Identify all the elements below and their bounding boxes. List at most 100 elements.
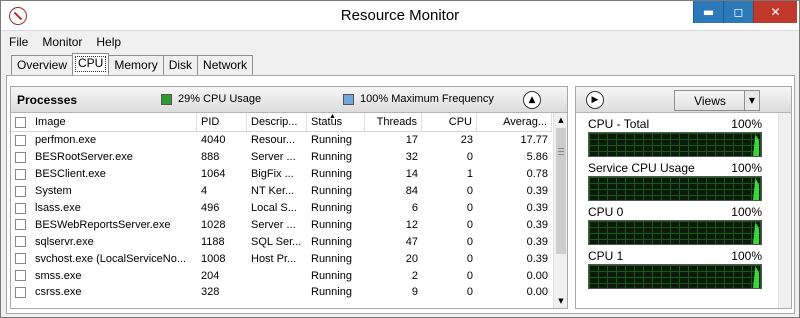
- row-checkbox[interactable]: [15, 134, 26, 146]
- menu-help[interactable]: Help: [96, 35, 121, 49]
- cell-cpu: 0: [466, 286, 473, 299]
- graph-grid: [589, 221, 761, 244]
- table-row[interactable]: BESWebReportsServer.exe 1028 Server ... Run…: [11, 216, 552, 233]
- tab-disk[interactable]: Disk: [162, 55, 199, 75]
- cpu-graph: Service CPU Usage 100%: [588, 161, 762, 201]
- image-name: smss.exe: [35, 269, 82, 282]
- column-average[interactable]: Averag...: [477, 113, 552, 131]
- cpu-usage-swatch: [161, 93, 172, 105]
- graphs-header: ▶ Views ▼: [576, 87, 791, 113]
- row-checkbox[interactable]: [15, 286, 26, 298]
- row-checkbox[interactable]: [15, 270, 26, 282]
- cell-image: csrss.exe: [11, 286, 197, 298]
- column-pid[interactable]: PID: [197, 113, 247, 131]
- views-dropdown-arrow-icon[interactable]: ▼: [744, 90, 760, 111]
- row-checkbox[interactable]: [15, 253, 26, 265]
- menu-file[interactable]: File: [9, 35, 28, 49]
- processes-table: Image PID Descrip... ▲ Status Threads CP…: [11, 113, 552, 308]
- row-checkbox[interactable]: [15, 236, 26, 248]
- close-button[interactable]: ✕: [753, 1, 797, 23]
- scroll-thumb[interactable]: [556, 128, 566, 254]
- cell-threads: 6: [411, 202, 418, 214]
- menu-monitor[interactable]: Monitor: [42, 35, 82, 49]
- cell-average: 17.77: [520, 134, 548, 147]
- cell-status: Running: [311, 218, 352, 231]
- graph-title: CPU 1: [588, 249, 624, 263]
- scroll-down-arrow-icon[interactable]: ▼: [554, 294, 568, 308]
- graph-title: CPU - Total: [588, 117, 650, 131]
- image-name: lsass.exe: [35, 202, 81, 214]
- graphs-scrollbar[interactable]: [778, 113, 791, 308]
- row-checkbox[interactable]: [15, 202, 26, 214]
- cell-description: Server ...: [251, 151, 296, 164]
- cell-pid: 204: [201, 269, 220, 282]
- column-cpu[interactable]: CPU: [422, 113, 477, 131]
- image-name: BESClient.exe: [35, 168, 106, 181]
- row-checkbox[interactable]: [15, 185, 26, 197]
- cell-image: svchost.exe (LocalServiceNo...: [11, 253, 197, 265]
- row-checkbox[interactable]: [15, 168, 26, 180]
- column-threads[interactable]: Threads: [365, 113, 422, 131]
- scroll-grip-icon: [558, 148, 564, 155]
- image-name: perfmon.exe: [35, 134, 97, 147]
- cell-pid: 1008: [201, 252, 226, 265]
- cell-description: Local S...: [251, 202, 297, 214]
- table-row[interactable]: BESRootServer.exe 888 Server ... Running 32 0…: [11, 149, 552, 166]
- column-status-label: Status: [311, 116, 343, 128]
- table-row[interactable]: BESClient.exe 1064 BigFix ... Running 14 1 0.7…: [11, 166, 552, 183]
- tab-memory[interactable]: Memory: [108, 55, 164, 75]
- graph-plot: [588, 132, 762, 157]
- graph-label-row: CPU 0 100%: [588, 205, 762, 220]
- collapse-chevron-up-icon[interactable]: ▲: [523, 91, 541, 109]
- maximize-button[interactable]: ◻: [723, 1, 753, 23]
- processes-scrollbar[interactable]: ▲ ▼: [553, 113, 567, 308]
- select-all-checkbox[interactable]: [15, 116, 26, 128]
- table-row[interactable]: smss.exe 204 Running 2 0 0.00: [11, 267, 552, 284]
- table-row[interactable]: perfmon.exe 4040 Resour... Running 17 23 17.77: [11, 132, 552, 149]
- cell-image: BESWebReportsServer.exe: [11, 219, 197, 231]
- cell-cpu: 0: [466, 185, 473, 198]
- processes-header[interactable]: Processes 29% CPU Usage 100% Maximum Fre…: [11, 87, 567, 113]
- cell-status: Running: [311, 269, 352, 282]
- table-row[interactable]: svchost.exe (LocalServiceNo... 1008 Host P…: [11, 250, 552, 267]
- cell-status: Running: [311, 252, 352, 265]
- cell-threads: 47: [405, 235, 418, 248]
- graph-scale: 100%: [731, 205, 762, 219]
- tab-cpu[interactable]: CPU: [72, 53, 110, 75]
- column-description[interactable]: Descrip...: [247, 113, 307, 131]
- cell-average: 0.39: [526, 235, 548, 248]
- table-row[interactable]: System 4 NT Ker... Running 84 0 0.39: [11, 183, 552, 200]
- column-status[interactable]: ▲ Status: [307, 113, 365, 131]
- cell-threads: 17: [405, 134, 418, 147]
- graph-label-row: CPU 1 100%: [588, 249, 762, 264]
- processes-panel: Processes 29% CPU Usage 100% Maximum Fre…: [10, 86, 568, 309]
- table-body: perfmon.exe 4040 Resour... Running 17 23 17.77…: [11, 132, 552, 301]
- column-image[interactable]: Image: [11, 113, 197, 131]
- cell-pid: 888: [201, 151, 220, 164]
- title-bar[interactable]: Resource Monitor ▬ ◻ ✕: [1, 1, 799, 31]
- cell-cpu: 0: [466, 218, 473, 231]
- cell-cpu: 1: [466, 168, 473, 181]
- cell-pid: 328: [201, 286, 220, 299]
- minimize-button[interactable]: ▬: [693, 1, 723, 23]
- table-row[interactable]: csrss.exe 328 Running 9 0 0.00: [11, 284, 552, 301]
- tab-network[interactable]: Network: [197, 55, 254, 75]
- image-name: BESRootServer.exe: [35, 151, 133, 164]
- cell-description: Resour...: [251, 134, 296, 147]
- expand-chevron-right-icon[interactable]: ▶: [586, 91, 604, 109]
- cell-status: Running: [311, 235, 352, 248]
- row-checkbox[interactable]: [15, 151, 26, 163]
- scroll-up-arrow-icon[interactable]: ▲: [554, 113, 568, 127]
- cell-image: lsass.exe: [11, 202, 197, 214]
- processes-title: Processes: [17, 93, 78, 107]
- row-checkbox[interactable]: [15, 219, 26, 231]
- table-row[interactable]: sqlservr.exe 1188 SQL Ser... Running 47 0 0.39: [11, 233, 552, 250]
- cell-average: 0.00: [526, 269, 548, 282]
- max-frequency-indicator: 100% Maximum Frequency: [343, 93, 494, 105]
- window-controls: ▬ ◻ ✕: [693, 1, 797, 23]
- tab-overview[interactable]: Overview: [11, 55, 74, 75]
- max-frequency-text: 100% Maximum Frequency: [360, 93, 494, 105]
- table-row[interactable]: lsass.exe 496 Local S... Running 6 0 0.39: [11, 200, 552, 217]
- image-name: BESWebReportsServer.exe: [35, 218, 171, 231]
- menu-bar: File Monitor Help: [1, 31, 799, 53]
